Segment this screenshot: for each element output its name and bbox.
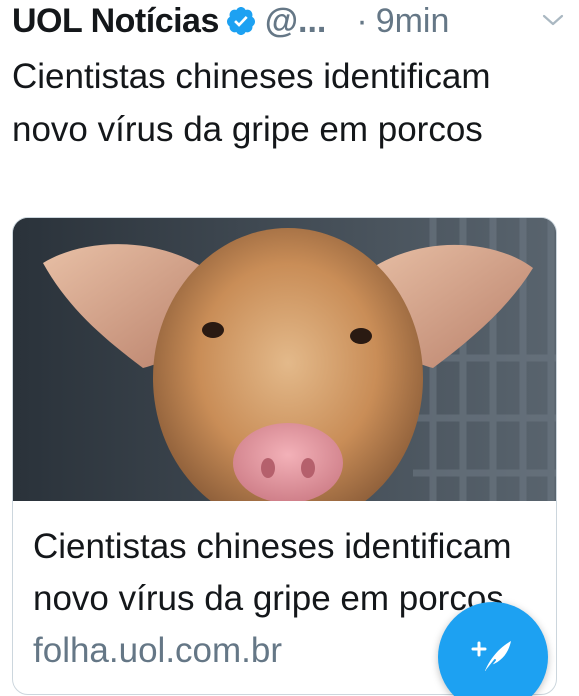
- tweet-text: Cientistas chineses identificam novo vír…: [12, 57, 491, 149]
- author-name[interactable]: UOL Notícias: [12, 2, 219, 41]
- author-handle[interactable]: @...: [265, 2, 327, 41]
- chevron-down-icon[interactable]: [541, 10, 565, 30]
- separator-dot: ·: [356, 1, 368, 40]
- tweet-page: UOL Notícias @... · 9min Cientistas chin…: [0, 0, 579, 696]
- pig-photo[interactable]: [13, 218, 556, 501]
- verified-badge-icon: [225, 5, 257, 37]
- tweet-timestamp[interactable]: 9min: [376, 2, 450, 41]
- compose-tweet-icon: [471, 633, 515, 682]
- tweet-header: UOL Notícias @... · 9min: [12, 0, 568, 42]
